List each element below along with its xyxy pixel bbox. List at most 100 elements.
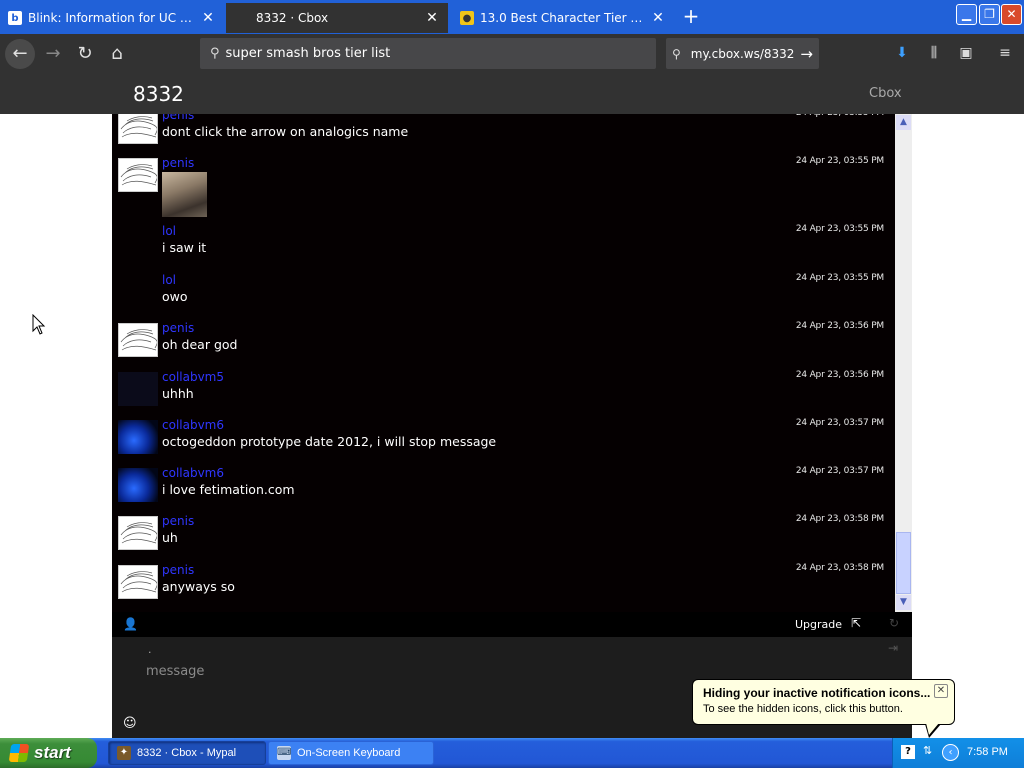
message-text: dont click the arrow on analogics name (162, 124, 409, 139)
message-author[interactable]: lol (162, 224, 176, 238)
chat-message: collabvm5 24 Apr 23, 03:56 PM uhhh (112, 370, 895, 418)
message-time: 24 Apr 23, 03:55 PM (795, 156, 884, 166)
close-balloon-icon[interactable]: ✕ (934, 684, 948, 698)
message-time: 24 Apr 23, 03:55 PM (795, 273, 884, 283)
chat-message: penis 24 Apr 23, 03:56 PM oh dear god (112, 321, 895, 369)
taskbar: start ✦ 8332 · Cbox - Mypal ⌨ On-Screen … (0, 738, 1024, 768)
go-arrow-icon[interactable]: → (800, 45, 813, 63)
message-text: anyways so (162, 579, 235, 594)
avatar[interactable] (118, 158, 158, 192)
cbox-widget: penis 24 Apr 23, 03:55 PM dont click the a… (112, 114, 912, 738)
back-arrow-icon[interactable]: ← (5, 39, 35, 69)
home-icon[interactable]: ⌂ (102, 39, 132, 69)
chat-message: lol 24 Apr 23, 03:55 PM owo (112, 273, 895, 321)
menu-icon[interactable]: ≡ (994, 42, 1016, 64)
start-button[interactable]: start (0, 738, 97, 768)
message-author[interactable]: penis (162, 563, 194, 577)
message-author[interactable]: penis (162, 114, 194, 122)
message-time: 24 Apr 23, 03:55 PM (796, 114, 884, 118)
help-icon[interactable]: ? (901, 745, 915, 759)
chat-message: penis 24 Apr 23, 03:58 PM uh (112, 514, 895, 562)
tab-tier-list[interactable]: ● 13.0 Best Character Tier List | App ✕ (452, 3, 674, 33)
user-icon[interactable]: 👤 (123, 617, 138, 631)
message-author[interactable]: penis (162, 321, 194, 335)
message-time: 24 Apr 23, 03:58 PM (795, 563, 884, 573)
search-icon: ⚲ (210, 46, 220, 61)
message-author[interactable]: penis (162, 514, 194, 528)
page-title: 8332 (133, 82, 184, 106)
page-content: 8332 Cbox penis 24 Apr 23, 03:55 PM dont c… (0, 74, 1024, 738)
tab-title: 8332 · Cbox (256, 11, 329, 25)
mypal-icon: ✦ (117, 746, 131, 760)
scroll-down-icon[interactable]: ▼ (896, 595, 911, 610)
system-tray: ? ⇅ ‹ 7:58 PM (892, 738, 1024, 768)
balloon-body: To see the hidden icons, click this butt… (703, 703, 903, 715)
message-time: 24 Apr 23, 03:58 PM (795, 514, 884, 524)
chat-message: lol 24 Apr 23, 03:55 PM i saw it (112, 224, 895, 272)
avatar[interactable] (118, 114, 158, 144)
avatar[interactable] (118, 420, 158, 454)
show-hidden-icons-icon[interactable]: ‹ (942, 744, 959, 761)
taskbar-item-mypal[interactable]: ✦ 8332 · Cbox - Mypal (108, 741, 266, 765)
scrollbar[interactable]: ▲ ▼ (895, 114, 912, 612)
upgrade-link[interactable]: Upgrade (795, 618, 842, 631)
forward-arrow-icon[interactable]: → (38, 39, 68, 69)
chat-message: penis 24 Apr 23, 03:58 PM anyways so (112, 563, 895, 611)
reload-icon[interactable]: ↻ (70, 39, 100, 69)
restore-window-icon[interactable]: ❐ (979, 4, 1000, 25)
address-bar[interactable]: ⚲ super smash bros tier list (200, 38, 656, 69)
message-author[interactable]: penis (162, 156, 194, 170)
message-author[interactable]: collabvm6 (162, 466, 224, 480)
balloon-tail-inner (926, 723, 939, 735)
message-author[interactable]: lol (162, 273, 176, 287)
close-tab-icon[interactable]: ✕ (424, 10, 440, 26)
close-tab-icon[interactable]: ✕ (650, 10, 666, 26)
tab-blink[interactable]: b Blink: Information for UC San Diego ✕ (0, 3, 224, 33)
address-text: super smash bros tier list (225, 46, 391, 61)
message-text: i saw it (162, 240, 207, 255)
tab-bar: b Blink: Information for UC San Diego ✕ … (0, 0, 1024, 34)
message-author[interactable]: collabvm5 (162, 370, 224, 384)
message-list[interactable]: penis 24 Apr 23, 03:55 PM dont click the a… (112, 114, 895, 612)
search-box[interactable]: ⚲ my.cbox.ws/8332 → (666, 38, 819, 69)
message-text: uhhh (162, 386, 194, 401)
avatar[interactable] (118, 323, 158, 357)
cbox-brand-link[interactable]: Cbox (869, 86, 902, 101)
sidebar-icon[interactable]: ▣ (955, 42, 977, 64)
page-header: 8332 Cbox (0, 74, 1024, 114)
download-icon[interactable]: ⬇ (891, 42, 913, 64)
message-text: oh dear god (162, 337, 238, 352)
network-icon[interactable]: ⇅ (923, 744, 932, 757)
blink-favicon-icon: b (8, 11, 22, 25)
chat-message: penis 24 Apr 23, 03:55 PM dont click the a… (112, 114, 895, 156)
message-input[interactable] (146, 661, 666, 681)
message-author[interactable]: collabvm6 (162, 418, 224, 432)
smiley-icon[interactable]: ☺ (123, 716, 137, 731)
chat-message: penis 24 Apr 23, 03:55 PM (112, 156, 895, 217)
scroll-up-icon[interactable]: ▲ (896, 115, 911, 130)
minimize-window-icon[interactable]: ▁ (956, 4, 977, 25)
balloon-title: Hiding your inactive notification icons.… (703, 686, 931, 700)
tab-title: 13.0 Best Character Tier List | App (480, 11, 644, 25)
message-image[interactable] (162, 172, 207, 217)
avatar[interactable] (118, 372, 158, 406)
close-window-icon[interactable]: ✕ (1001, 4, 1022, 25)
new-tab-icon[interactable]: + (680, 5, 702, 27)
library-icon[interactable]: ⫼ (923, 42, 945, 64)
avatar[interactable] (118, 516, 158, 550)
taskbar-item-osk[interactable]: ⌨ On-Screen Keyboard (268, 741, 434, 765)
message-time: 24 Apr 23, 03:56 PM (795, 370, 884, 380)
chat-message: collabvm6 24 Apr 23, 03:57 PM octogeddon p… (112, 418, 895, 466)
avatar[interactable] (118, 468, 158, 502)
message-time: 24 Apr 23, 03:57 PM (795, 418, 884, 428)
scroll-thumb[interactable] (896, 532, 911, 594)
name-field[interactable]: . (148, 643, 152, 656)
search-text: my.cbox.ws/8332 (690, 46, 795, 61)
avatar[interactable] (118, 565, 158, 599)
refresh-icon[interactable]: ↻ (889, 616, 899, 630)
login-icon[interactable]: ⇥ (888, 641, 898, 655)
notification-balloon[interactable]: Hiding your inactive notification icons.… (692, 679, 955, 738)
close-tab-icon[interactable]: ✕ (200, 10, 216, 26)
tab-cbox[interactable]: 8332 · Cbox ✕ (226, 3, 448, 33)
popout-icon[interactable]: ⇱ (851, 616, 861, 630)
